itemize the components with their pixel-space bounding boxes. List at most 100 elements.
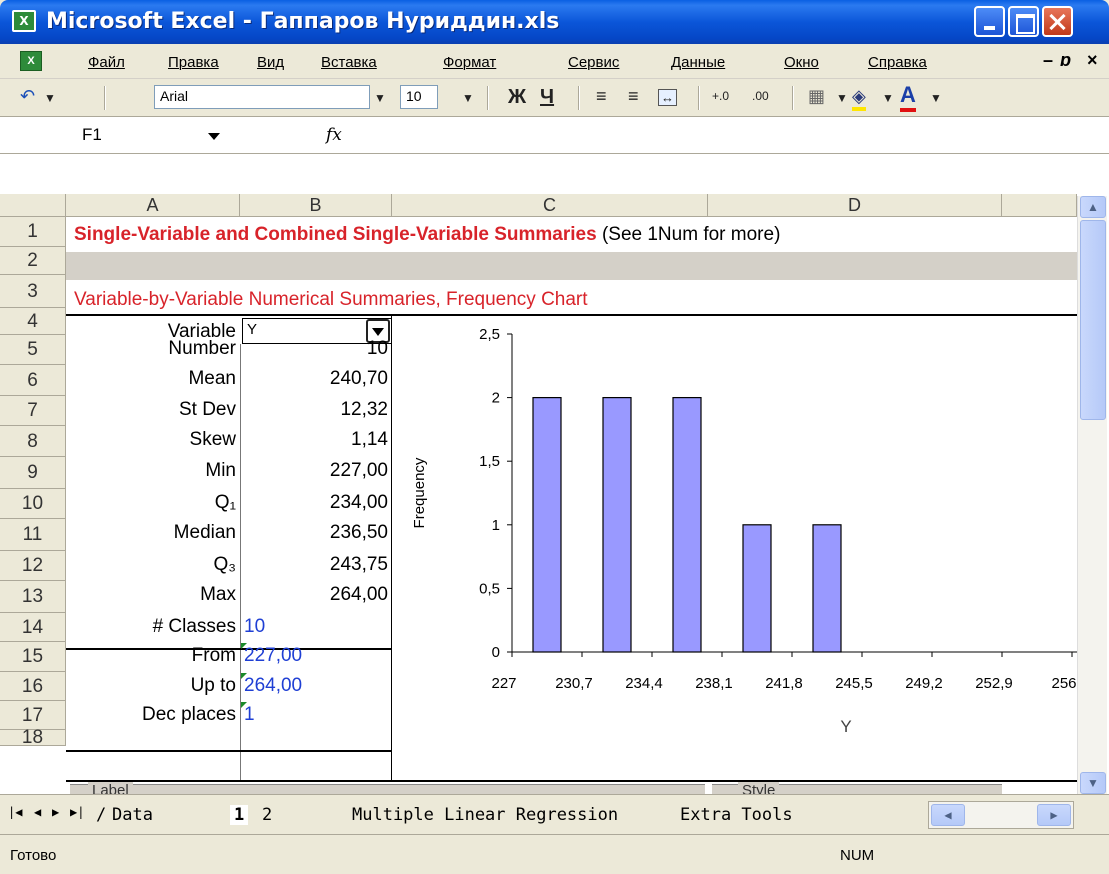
fill-dropdown-icon[interactable]: ▼ <box>882 91 894 105</box>
setting-value[interactable]: 10 <box>244 616 265 638</box>
row-header[interactable]: 12 <box>0 551 66 581</box>
sheet-tab-bar: |◀ ◀ ▶ ▶| / Data 1 2 Multiple Linear Reg… <box>0 794 1109 834</box>
worksheet-grid[interactable]: A B C D 1 2 3 4 5 6 7 8 9 10 11 12 13 14 15 16 17 18 Sing… <box>0 154 1109 794</box>
align-left-icon[interactable]: ≡ <box>596 86 607 107</box>
column-header-e[interactable] <box>1002 194 1077 217</box>
row-header[interactable]: 18 <box>0 728 66 747</box>
fill-color-icon[interactable]: ◈ <box>852 86 866 111</box>
row-header[interactable]: 8 <box>0 426 66 457</box>
align-center-icon[interactable]: ≡ <box>628 86 639 107</box>
menu-data[interactable]: Данные <box>671 54 725 71</box>
last-sheet-icon[interactable]: ▶| <box>70 805 84 819</box>
row-header[interactable]: 10 <box>0 489 66 519</box>
tab-multiple-linear-regression[interactable]: Multiple Linear Regression <box>352 805 618 825</box>
stat-value: 243,75 <box>329 554 388 575</box>
row-header[interactable]: 6 <box>0 365 66 396</box>
menu-format[interactable]: Формат <box>443 54 496 71</box>
tab-data[interactable]: Data <box>112 805 153 825</box>
row-header[interactable]: 16 <box>0 672 66 701</box>
size-dropdown-icon[interactable]: ▼ <box>462 91 474 105</box>
scroll-thumb[interactable] <box>1080 220 1106 420</box>
decrease-decimal-icon[interactable]: .00 <box>752 89 769 103</box>
name-box-dropdown-icon[interactable] <box>208 133 220 140</box>
horizontal-scrollbar[interactable]: ◀ ▶ <box>928 801 1074 829</box>
menu-window[interactable]: Окно <box>784 54 819 71</box>
column-header-b[interactable]: B <box>240 194 392 217</box>
row-header[interactable]: 3 <box>0 275 66 308</box>
title-bar: X Microsoft Excel - Гаппаров Нуриддин.xl… <box>0 0 1109 44</box>
window-title: Microsoft Excel - Гаппаров Нуриддин.xls <box>46 9 560 34</box>
menu-edit[interactable]: Правка <box>168 54 219 71</box>
menu-view[interactable]: Вид <box>257 54 284 71</box>
merge-center-icon[interactable]: ↔ <box>658 89 677 106</box>
doc-restore-icon[interactable]: ɒ <box>1060 50 1071 71</box>
bar <box>742 524 772 653</box>
tab-1[interactable]: 1 <box>230 805 249 825</box>
chevron-down-icon <box>372 328 384 336</box>
scroll-down-icon[interactable]: ▼ <box>1080 772 1106 794</box>
stat-label: Q₃ <box>213 554 236 575</box>
borders-dropdown-icon[interactable]: ▼ <box>836 91 848 105</box>
row-header[interactable]: 7 <box>0 396 66 426</box>
column-header-d[interactable]: D <box>708 194 1002 217</box>
bold-button[interactable]: Ж <box>508 86 526 109</box>
row-header[interactable]: 15 <box>0 642 66 672</box>
row-header[interactable]: 5 <box>0 335 66 365</box>
column-header-c[interactable]: C <box>392 194 708 217</box>
stat-label: Q₁ <box>214 492 236 513</box>
menu-bar: X Файл Правка Вид Вставка Формат Сервис … <box>0 44 1109 79</box>
row-header[interactable]: 2 <box>0 247 66 275</box>
font-dropdown-icon[interactable]: ▼ <box>374 91 386 105</box>
minimize-button[interactable] <box>974 6 1005 37</box>
increase-decimal-icon[interactable]: +.0 <box>712 89 729 103</box>
font-color-dropdown-icon[interactable]: ▼ <box>930 91 942 105</box>
x-tick-label: 245,5 <box>835 675 873 692</box>
maximize-button[interactable] <box>1008 6 1039 37</box>
tab-2[interactable]: 2 <box>262 805 272 825</box>
fx-icon[interactable]: fx <box>326 125 342 145</box>
close-button[interactable] <box>1042 6 1073 37</box>
setting-value[interactable]: 264,00 <box>244 675 302 697</box>
x-tick-label: 241,8 <box>765 675 803 692</box>
first-sheet-icon[interactable]: |◀ <box>8 805 22 819</box>
scroll-right-icon[interactable]: ▶ <box>1037 804 1071 826</box>
vertical-scrollbar[interactable]: ▲ ▼ <box>1077 196 1107 794</box>
excel-icon[interactable]: X <box>12 10 36 32</box>
row-header[interactable]: 1 <box>0 217 66 247</box>
doc-close-icon[interactable]: × <box>1087 50 1098 71</box>
column-header-a[interactable]: A <box>66 194 240 217</box>
next-sheet-icon[interactable]: ▶ <box>52 805 59 819</box>
y-tick-label: 2,5 <box>479 326 500 343</box>
row-header[interactable]: 4 <box>0 308 66 335</box>
font-size-box[interactable]: 10 <box>400 85 438 109</box>
select-all-corner[interactable] <box>0 194 66 217</box>
menu-help[interactable]: Справка <box>868 54 927 71</box>
comment-indicator-icon <box>241 702 247 708</box>
y-tick-label: 0 <box>492 644 500 661</box>
scroll-left-icon[interactable]: ◀ <box>931 804 965 826</box>
frequency-chart[interactable]: 0 0,5 1 1,5 2 2,5 227 230,7 234,4 238,1 241,8 245,5… <box>400 320 1077 780</box>
menu-insert[interactable]: Вставка <box>321 54 377 71</box>
prev-sheet-icon[interactable]: ◀ <box>34 805 41 819</box>
font-name-box[interactable]: Arial <box>154 85 370 109</box>
tab-extra-tools[interactable]: Extra Tools <box>680 805 793 825</box>
undo-dropdown-icon[interactable]: ▼ <box>44 91 56 105</box>
borders-icon[interactable]: ▦ <box>808 86 825 107</box>
undo-icon[interactable]: ↶ <box>20 86 35 107</box>
row-header[interactable]: 9 <box>0 457 66 489</box>
row-header[interactable]: 11 <box>0 519 66 551</box>
scroll-up-icon[interactable]: ▲ <box>1080 196 1106 218</box>
doc-minimize-icon[interactable]: – <box>1043 50 1053 71</box>
menu-tools[interactable]: Сервис <box>568 54 619 71</box>
comment-indicator-icon <box>241 643 247 649</box>
excel-doc-icon[interactable]: X <box>20 51 42 71</box>
name-box[interactable]: F1 <box>82 125 102 145</box>
font-color-icon[interactable]: A <box>900 82 916 112</box>
menu-file[interactable]: Файл <box>88 54 125 71</box>
stat-label: Median <box>173 522 236 543</box>
row-header[interactable]: 14 <box>0 613 66 642</box>
setting-value[interactable]: 227,00 <box>244 645 302 667</box>
underline-button[interactable]: Ч <box>540 86 554 109</box>
row-header[interactable]: 13 <box>0 581 66 613</box>
row-header[interactable]: 17 <box>0 701 66 730</box>
